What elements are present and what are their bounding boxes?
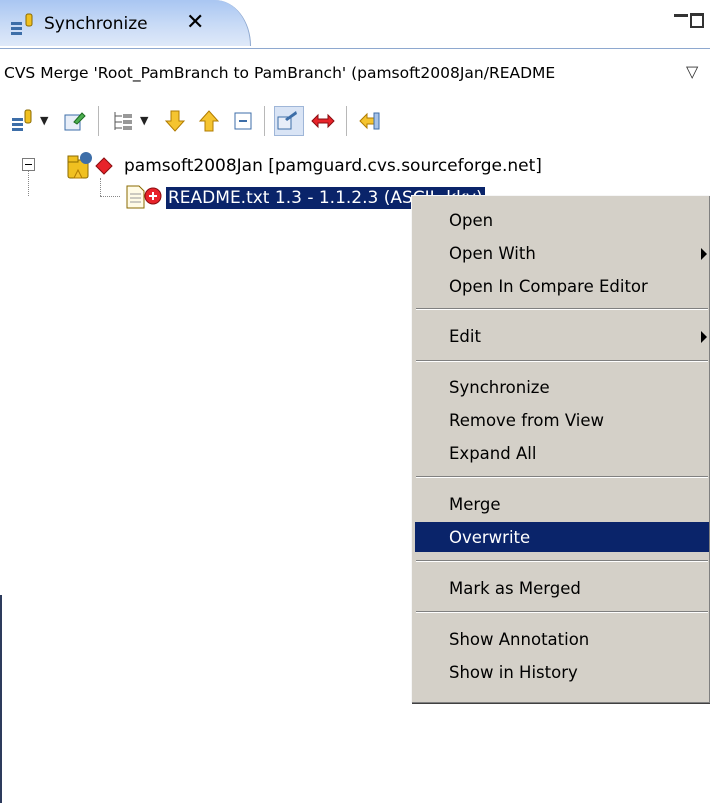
menu-item-remove-from-view[interactable]: Remove from View [415, 405, 709, 435]
synchronize-icon[interactable] [10, 108, 36, 134]
collapse-all-icon[interactable] [230, 108, 256, 134]
context-menu: Open Open With Open In Compare Editor Ed… [411, 195, 710, 703]
menu-item-synchronize[interactable]: Synchronize [415, 372, 709, 402]
minimize-icon[interactable] [674, 10, 688, 32]
menu-item-open-in-compare-editor[interactable]: Open In Compare Editor [415, 271, 709, 301]
cvs-project-conflict-icon [67, 152, 113, 179]
layout-icon[interactable] [110, 108, 136, 134]
menu-item-mark-as-merged[interactable]: Mark as Merged [415, 573, 709, 603]
commit-icon[interactable] [62, 108, 88, 134]
collapse-toggle-icon[interactable] [22, 158, 35, 171]
tab-title: Synchronize [44, 14, 148, 34]
toolbar-separator [98, 106, 99, 136]
view-toolbar: ▼ ▼ [0, 100, 710, 140]
menu-item-merge[interactable]: Merge [415, 489, 709, 519]
chevron-down-icon[interactable]: ▽ [686, 62, 698, 81]
incoming-mode-icon[interactable] [274, 106, 304, 136]
menu-item-open-with[interactable]: Open With [415, 238, 709, 268]
previous-change-icon[interactable] [196, 108, 222, 134]
menu-separator [416, 611, 708, 613]
submenu-arrow-icon [701, 331, 707, 343]
menu-separator [416, 308, 708, 310]
menu-separator [416, 476, 708, 478]
dropdown-arrow-icon[interactable]: ▼ [140, 114, 148, 127]
dropdown-arrow-icon[interactable]: ▼ [40, 114, 48, 127]
submenu-arrow-icon [701, 248, 707, 260]
conflicts-mode-icon[interactable] [310, 108, 336, 134]
pin-icon[interactable] [356, 108, 382, 134]
menu-item-expand-all[interactable]: Expand All [415, 438, 709, 468]
toolbar-separator [264, 106, 265, 136]
synchronize-view-icon [11, 13, 33, 35]
toolbar-separator [346, 106, 347, 136]
view-border [0, 595, 2, 803]
tree-item-project[interactable]: pamsoft2008Jan [pamguard.cvs.sourceforge… [124, 156, 542, 176]
maximize-icon[interactable] [690, 10, 706, 32]
sync-description: CVS Merge 'Root_PamBranch to PamBranch' … [4, 64, 556, 82]
menu-item-show-in-history[interactable]: Show in History [415, 657, 709, 687]
tree-connector [28, 171, 29, 196]
view-tab-bar: Synchronize ✕ [0, 0, 710, 48]
file-conflict-icon [126, 185, 162, 209]
menu-separator [416, 360, 708, 362]
tab-divider [0, 48, 710, 49]
menu-separator [416, 560, 708, 562]
tree-connector [100, 196, 120, 197]
tree-connector [100, 178, 101, 196]
menu-item-open[interactable]: Open [415, 205, 709, 235]
menu-item-edit[interactable]: Edit [415, 321, 709, 351]
menu-item-show-annotation[interactable]: Show Annotation [415, 624, 709, 654]
tab-synchronize[interactable]: Synchronize ✕ [0, 0, 251, 46]
menu-item-overwrite[interactable]: Overwrite [415, 522, 709, 552]
next-change-icon[interactable] [162, 108, 188, 134]
close-icon[interactable]: ✕ [186, 10, 204, 35]
